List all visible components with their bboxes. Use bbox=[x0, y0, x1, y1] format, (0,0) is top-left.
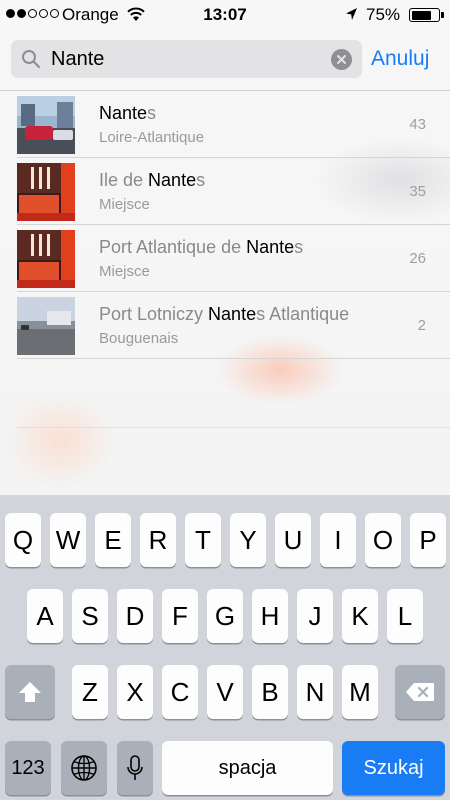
key-t[interactable]: T bbox=[185, 513, 221, 567]
search-field[interactable] bbox=[11, 40, 362, 78]
place-thumbnail bbox=[17, 96, 75, 154]
location-arrow-icon bbox=[346, 8, 357, 20]
globe-icon bbox=[71, 755, 97, 781]
battery-icon bbox=[409, 8, 444, 22]
key-i[interactable]: I bbox=[320, 513, 356, 567]
key-k[interactable]: K bbox=[342, 589, 378, 643]
result-title: Ile de Nantes bbox=[99, 170, 206, 190]
key-j[interactable]: J bbox=[297, 589, 333, 643]
results-list: Nantes Loire-Atlantique 43 Ile de Nantes… bbox=[0, 91, 450, 359]
result-title: Nantes bbox=[99, 103, 157, 123]
key-f[interactable]: F bbox=[162, 589, 198, 643]
shift-icon bbox=[19, 682, 41, 702]
result-count: 43 bbox=[409, 116, 426, 133]
clear-text-icon[interactable] bbox=[331, 49, 352, 70]
search-input[interactable] bbox=[51, 40, 331, 78]
status-bar: Orange 13:07 75% bbox=[0, 0, 450, 30]
dictation-key[interactable] bbox=[117, 741, 153, 795]
key-p[interactable]: P bbox=[410, 513, 446, 567]
battery-fill bbox=[411, 10, 431, 20]
search-bar: Anuluj bbox=[0, 30, 450, 90]
battery-percentage: 75% bbox=[366, 5, 401, 24]
divider bbox=[17, 427, 450, 428]
key-c[interactable]: C bbox=[162, 665, 198, 719]
key-y[interactable]: Y bbox=[230, 513, 266, 567]
key-d[interactable]: D bbox=[117, 589, 153, 643]
key-l[interactable]: L bbox=[387, 589, 423, 643]
numbers-key[interactable]: 123 bbox=[5, 741, 51, 795]
backspace-key[interactable] bbox=[395, 665, 445, 719]
key-q[interactable]: Q bbox=[5, 513, 41, 567]
microphone-icon bbox=[127, 755, 143, 780]
search-icon bbox=[22, 50, 41, 69]
key-m[interactable]: M bbox=[342, 665, 378, 719]
key-s[interactable]: S bbox=[72, 589, 108, 643]
result-subtitle: Loire-Atlantique bbox=[99, 129, 205, 146]
result-count: 35 bbox=[409, 183, 426, 200]
key-h[interactable]: H bbox=[252, 589, 288, 643]
key-e[interactable]: E bbox=[95, 513, 131, 567]
key-x[interactable]: X bbox=[117, 665, 153, 719]
space-key[interactable]: spacja bbox=[162, 741, 333, 795]
result-title: Port Lotniczy Nantes Atlantique bbox=[99, 304, 350, 324]
result-count: 26 bbox=[409, 250, 426, 267]
cancel-button[interactable]: Anuluj bbox=[371, 47, 429, 71]
result-row[interactable]: Ile de Nantes Miejsce 35 bbox=[0, 158, 450, 225]
key-o[interactable]: O bbox=[365, 513, 401, 567]
key-b[interactable]: B bbox=[252, 665, 288, 719]
result-row[interactable]: Nantes Loire-Atlantique 43 bbox=[0, 91, 450, 158]
key-u[interactable]: U bbox=[275, 513, 311, 567]
key-n[interactable]: N bbox=[297, 665, 333, 719]
result-subtitle: Bouguenais bbox=[99, 330, 179, 347]
result-title: Port Atlantique de Nantes bbox=[99, 237, 304, 257]
result-subtitle: Miejsce bbox=[99, 196, 150, 213]
key-z[interactable]: Z bbox=[72, 665, 108, 719]
place-thumbnail bbox=[17, 297, 75, 355]
key-g[interactable]: G bbox=[207, 589, 243, 643]
result-subtitle: Miejsce bbox=[99, 263, 150, 280]
place-thumbnail bbox=[17, 163, 75, 221]
shift-key[interactable] bbox=[5, 665, 55, 719]
result-row[interactable]: Port Atlantique de Nantes Miejsce 26 bbox=[0, 225, 450, 292]
result-row[interactable]: Port Lotniczy Nantes Atlantique Bouguena… bbox=[0, 292, 450, 359]
key-a[interactable]: A bbox=[27, 589, 63, 643]
globe-key[interactable] bbox=[61, 741, 107, 795]
place-thumbnail bbox=[17, 230, 75, 288]
key-w[interactable]: W bbox=[50, 513, 86, 567]
result-count: 2 bbox=[417, 317, 426, 334]
key-r[interactable]: R bbox=[140, 513, 176, 567]
backspace-icon bbox=[406, 683, 434, 701]
key-v[interactable]: V bbox=[207, 665, 243, 719]
keyboard: Q W E R T Y U I O P A S D F G H J K L Z … bbox=[0, 495, 450, 800]
search-key[interactable]: Szukaj bbox=[342, 741, 445, 795]
